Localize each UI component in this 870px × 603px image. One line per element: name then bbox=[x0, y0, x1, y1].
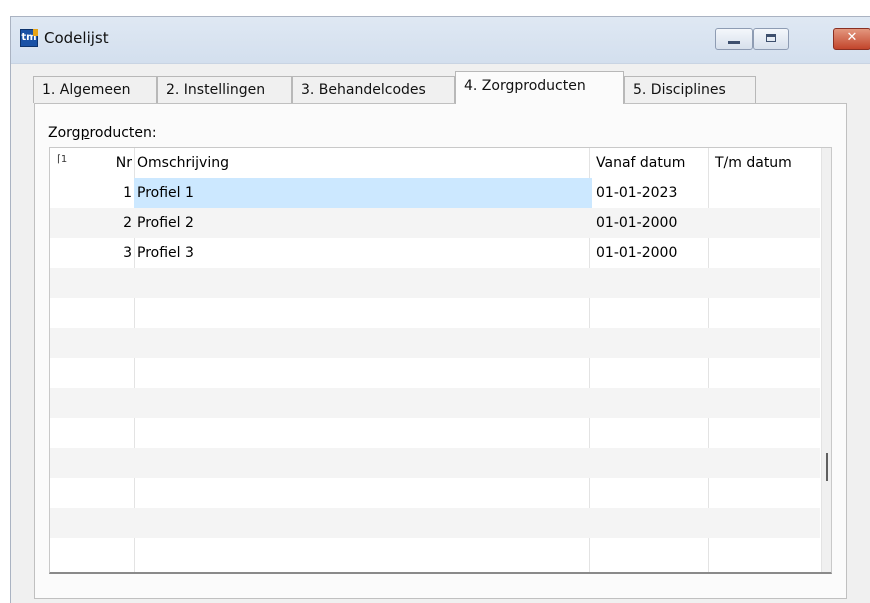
header-nr[interactable]: Nr bbox=[50, 148, 132, 178]
table-row[interactable]: 1 Profiel 1 01-01-2023 bbox=[50, 178, 820, 208]
cell-tm-datum bbox=[715, 238, 825, 268]
tab-zorgproducten[interactable]: 4. Zorgproducten bbox=[455, 71, 624, 104]
title-bar[interactable]: tm Codelijst bbox=[11, 17, 870, 64]
app-logo-icon[interactable]: tm bbox=[20, 29, 38, 47]
table-row[interactable]: 3 Profiel 3 01-01-2000 bbox=[50, 238, 820, 268]
cell-omschrijving[interactable]: Profiel 2 bbox=[137, 208, 587, 238]
cell-omschrijving[interactable]: Profiel 1 bbox=[134, 178, 592, 208]
maximize-icon[interactable] bbox=[753, 28, 789, 50]
cell-omschrijving[interactable]: Profiel 3 bbox=[137, 238, 587, 268]
window-title: Codelijst bbox=[44, 29, 109, 47]
scrollbar-thumb[interactable] bbox=[826, 453, 828, 481]
grid-caption-prefix: Zorg bbox=[48, 125, 81, 141]
header-omschrijving[interactable]: Omschrijving bbox=[137, 148, 587, 178]
grid-caption: Zorgproducten: bbox=[48, 125, 157, 141]
empty-row[interactable] bbox=[50, 298, 820, 328]
cell-nr: 1 bbox=[123, 185, 132, 201]
vertical-scrollbar[interactable] bbox=[821, 148, 831, 572]
cell-tm-datum bbox=[715, 208, 825, 238]
empty-row[interactable] bbox=[50, 448, 820, 478]
cell-nr: 3 bbox=[123, 245, 132, 261]
empty-row[interactable] bbox=[50, 478, 820, 508]
empty-row[interactable] bbox=[50, 418, 820, 448]
codelijst-window: tm Codelijst 1. Algemeen 2. Instellingen… bbox=[10, 16, 870, 603]
cell-tm-datum bbox=[715, 178, 825, 208]
empty-row[interactable] bbox=[50, 388, 820, 418]
tab-algemeen[interactable]: 1. Algemeen bbox=[33, 76, 157, 103]
cell-vanaf-datum: 01-01-2023 bbox=[596, 185, 678, 201]
minimize-icon[interactable] bbox=[715, 28, 753, 50]
empty-row[interactable] bbox=[50, 508, 820, 538]
cell-nr: 2 bbox=[123, 215, 132, 231]
empty-row[interactable] bbox=[50, 358, 820, 388]
empty-row[interactable] bbox=[50, 268, 820, 298]
cell-vanaf-datum: 01-01-2000 bbox=[596, 215, 678, 231]
zorgproducten-grid[interactable]: ⌈1 Nr Omschrijving Vanaf datum T/m datum… bbox=[49, 147, 832, 574]
tab-behandelcodes[interactable]: 3. Behandelcodes bbox=[292, 76, 455, 103]
zorgproducten-panel: Zorgproducten: ⌈1 Nr Omschrijving Vanaf … bbox=[34, 103, 847, 599]
empty-row[interactable] bbox=[50, 328, 820, 358]
grid-caption-suffix: roducten: bbox=[89, 125, 157, 141]
close-icon[interactable] bbox=[833, 28, 870, 50]
grid-header-row: ⌈1 Nr Omschrijving Vanaf datum T/m datum bbox=[50, 148, 820, 178]
empty-row[interactable] bbox=[50, 538, 820, 568]
table-row[interactable]: 2 Profiel 2 01-01-2000 bbox=[50, 208, 820, 238]
tab-strip: 1. Algemeen 2. Instellingen 3. Behandelc… bbox=[33, 71, 833, 104]
header-tm-datum[interactable]: T/m datum bbox=[715, 148, 825, 178]
cell-vanaf-datum: 01-01-2000 bbox=[596, 245, 678, 261]
header-vanaf-datum[interactable]: Vanaf datum bbox=[596, 148, 706, 178]
tab-instellingen[interactable]: 2. Instellingen bbox=[157, 76, 292, 103]
tab-disciplines[interactable]: 5. Disciplines bbox=[624, 76, 756, 103]
